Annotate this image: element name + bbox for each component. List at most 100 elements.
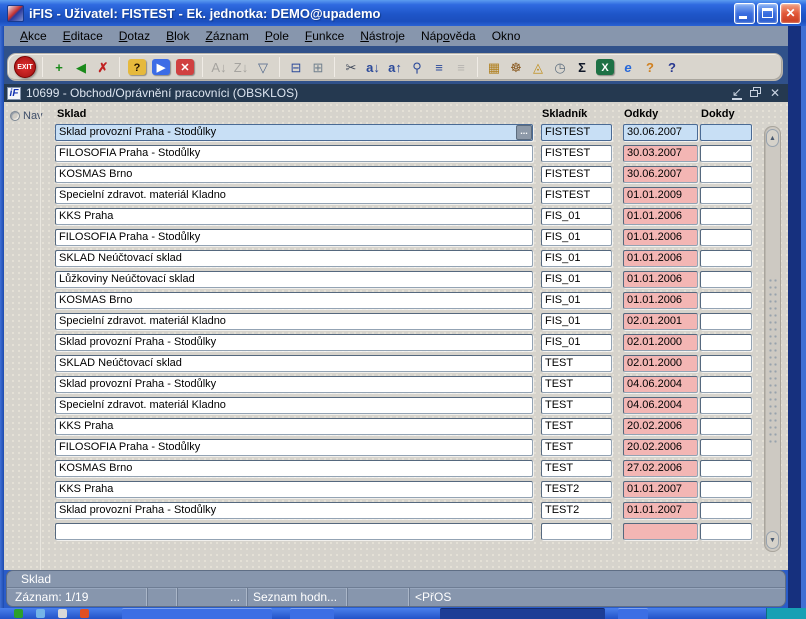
vertical-scrollbar[interactable]: ▲ ▼ xyxy=(764,126,781,552)
cell-skladnik[interactable]: TEST xyxy=(541,460,612,477)
cell-odkdy[interactable]: 01.01.2006 xyxy=(623,208,698,225)
cell-skladnik[interactable]: FIS_01 xyxy=(541,292,612,309)
cell-dokdy[interactable] xyxy=(700,292,752,309)
cell-skladnik[interactable]: TEST2 xyxy=(541,502,612,519)
cell-odkdy[interactable]: 04.06.2004 xyxy=(623,376,698,393)
cell-sklad[interactable]: Specielní zdravot. materiál Kladno xyxy=(55,397,533,414)
taskbar-window-button[interactable] xyxy=(290,608,334,619)
cell-dokdy[interactable] xyxy=(700,187,752,204)
cell-odkdy[interactable]: 02.01.2000 xyxy=(623,355,698,372)
cell-dokdy[interactable] xyxy=(700,376,752,393)
cell-dokdy[interactable] xyxy=(700,166,752,183)
scroll-up-icon[interactable]: ▲ xyxy=(766,129,779,147)
menu-nastroje[interactable]: Nástroje xyxy=(352,27,413,45)
cell-odkdy[interactable] xyxy=(623,523,698,540)
taskbar-quicklaunch-icon[interactable] xyxy=(58,609,67,618)
cell-dokdy[interactable] xyxy=(700,523,752,540)
cell-sklad[interactable]: FILOSOFIA Praha - Stodůlky xyxy=(55,229,533,246)
cell-odkdy[interactable]: 30.03.2007 xyxy=(623,145,698,162)
cell-dokdy[interactable] xyxy=(700,124,752,141)
cell-sklad[interactable]: KKS Praha xyxy=(55,481,533,498)
cell-sklad[interactable]: KOSMAS Brno xyxy=(55,460,533,477)
cell-sklad[interactable]: Sklad provozní Praha - Stodůlky xyxy=(55,376,533,393)
editor-icon[interactable]: ▦ xyxy=(484,57,504,77)
cell-skladnik[interactable]: TEST2 xyxy=(541,481,612,498)
cell-odkdy[interactable]: 01.01.2006 xyxy=(623,292,698,309)
nav-toggle[interactable]: Nav xyxy=(10,110,43,122)
cell-skladnik[interactable]: TEST xyxy=(541,355,612,372)
scroll-down-icon[interactable]: ▼ xyxy=(766,531,779,549)
cell-odkdy[interactable]: 01.01.2006 xyxy=(623,271,698,288)
cell-sklad[interactable]: Sklad provozní Praha - Stodůlky xyxy=(55,124,533,141)
menu-blok[interactable]: Blok xyxy=(158,27,197,45)
exit-button[interactable]: EXIT xyxy=(14,56,36,78)
cut-icon[interactable]: ✂ xyxy=(341,57,361,77)
cell-odkdy[interactable]: 01.01.2007 xyxy=(623,481,698,498)
cell-dokdy[interactable] xyxy=(700,439,752,456)
cell-dokdy[interactable] xyxy=(700,208,752,225)
maximize-button[interactable] xyxy=(757,3,778,24)
cell-odkdy[interactable]: 01.01.2009 xyxy=(623,187,698,204)
print-icon[interactable]: ⊟ xyxy=(286,57,306,77)
print-setup-icon[interactable]: ⊞ xyxy=(308,57,328,77)
hint-lamp-icon[interactable]: ◬ xyxy=(528,57,548,77)
cell-sklad[interactable]: Sklad provozní Praha - Stodůlky xyxy=(55,334,533,351)
copy-icon[interactable]: a↓ xyxy=(363,57,383,77)
form-restore-icon[interactable] xyxy=(749,87,762,99)
taskbar-quicklaunch-icon[interactable] xyxy=(14,609,23,618)
cell-odkdy[interactable]: 30.06.2007 xyxy=(623,166,698,183)
cell-dokdy[interactable] xyxy=(700,418,752,435)
cell-sklad[interactable]: SKLAD Neúčtovací sklad xyxy=(55,250,533,267)
execute-query-icon[interactable]: ▶ xyxy=(152,59,170,75)
cell-dokdy[interactable] xyxy=(700,229,752,246)
copy-record-icon[interactable]: ◀ xyxy=(71,57,91,77)
nav-radio-icon[interactable] xyxy=(10,111,20,121)
cell-skladnik[interactable]: TEST xyxy=(541,439,612,456)
cell-odkdy[interactable]: 27.02.2006 xyxy=(623,460,698,477)
cell-skladnik[interactable]: TEST xyxy=(541,376,612,393)
cell-sklad[interactable]: SKLAD Neúčtovací sklad xyxy=(55,355,533,372)
taskbar-window-button[interactable] xyxy=(122,608,272,619)
cell-sklad[interactable]: Specielní zdravot. materiál Kladno xyxy=(55,187,533,204)
scrollbar-thumb[interactable] xyxy=(768,277,778,447)
cell-skladnik[interactable]: FIS_01 xyxy=(541,313,612,330)
cell-dokdy[interactable] xyxy=(700,271,752,288)
taskbar-window-button[interactable] xyxy=(618,608,648,619)
cell-sklad[interactable]: KOSMAS Brno xyxy=(55,292,533,309)
cell-sklad[interactable]: FILOSOFIA Praha - Stodůlky xyxy=(55,145,533,162)
cell-odkdy[interactable]: 20.02.2006 xyxy=(623,439,698,456)
excel-export-icon[interactable]: X xyxy=(596,59,614,75)
cell-sklad[interactable]: KKS Praha xyxy=(55,208,533,225)
delete-record-icon[interactable]: ✗ xyxy=(93,57,113,77)
form-minimize-icon[interactable]: ↙ xyxy=(731,86,742,100)
lov-button[interactable]: ... xyxy=(516,125,532,140)
cell-dokdy[interactable] xyxy=(700,334,752,351)
cell-sklad[interactable]: Sklad provozní Praha - Stodůlky xyxy=(55,502,533,519)
cell-dokdy[interactable] xyxy=(700,481,752,498)
filter-icon[interactable]: ▽ xyxy=(253,57,273,77)
paste-icon[interactable]: a↑ xyxy=(385,57,405,77)
web-browser-icon[interactable]: e xyxy=(618,57,638,77)
cell-skladnik[interactable]: FISTEST xyxy=(541,187,612,204)
cell-sklad[interactable] xyxy=(55,523,533,540)
cell-dokdy[interactable] xyxy=(700,502,752,519)
cell-sklad[interactable]: Lůžkoviny Neúčtovací sklad xyxy=(55,271,533,288)
context-help-icon[interactable]: ? xyxy=(640,57,660,77)
menu-pole[interactable]: Pole xyxy=(257,27,297,45)
calendar-clock-icon[interactable]: ◷ xyxy=(550,57,570,77)
cell-sklad[interactable]: FILOSOFIA Praha - Stodůlky xyxy=(55,439,533,456)
cell-dokdy[interactable] xyxy=(700,355,752,372)
cell-odkdy[interactable]: 02.01.2000 xyxy=(623,334,698,351)
menu-dotaz[interactable]: Dotaz xyxy=(111,27,158,45)
form-window-titlebar[interactable]: iF 10699 - Obchod/Oprávnění pracovníci (… xyxy=(4,84,788,102)
cell-skladnik[interactable]: FISTEST xyxy=(541,166,612,183)
cell-skladnik[interactable]: FISTEST xyxy=(541,124,612,141)
taskbar-quicklaunch-icon[interactable] xyxy=(36,609,45,618)
cell-skladnik[interactable]: FIS_01 xyxy=(541,271,612,288)
minimize-button[interactable] xyxy=(734,3,755,24)
taskbar-quicklaunch-icon[interactable] xyxy=(80,609,89,618)
menu-funkce[interactable]: Funkce xyxy=(297,27,352,45)
insert-record-icon[interactable]: + xyxy=(49,57,69,77)
cell-dokdy[interactable] xyxy=(700,397,752,414)
menu-zaznam[interactable]: Záznam xyxy=(197,27,256,45)
